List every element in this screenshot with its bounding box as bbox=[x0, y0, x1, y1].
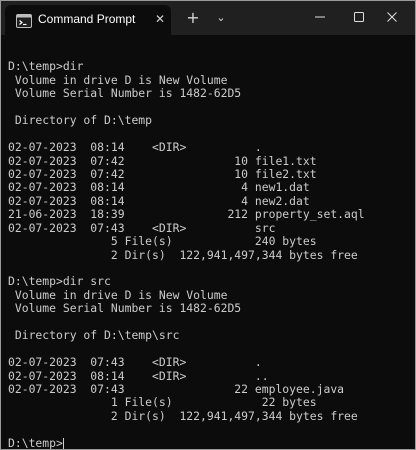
terminal-line: 02-07-2023 08:14 4 new1.dat bbox=[8, 180, 310, 195]
close-icon bbox=[387, 12, 397, 22]
command-prompt-window: Command Prompt ✕ + ⌄ D:\temp>dir Volume … bbox=[0, 0, 416, 450]
terminal-line: Directory of D:\temp bbox=[8, 113, 153, 128]
terminal-line: 2 Dir(s) 122,941,497,344 bytes free bbox=[8, 247, 358, 262]
command-prompt-line[interactable]: D:\temp> bbox=[8, 435, 415, 450]
terminal-line: 21-06-2023 18:39 212 property_set.aql bbox=[8, 207, 365, 222]
terminal-line: Volume Serial Number is 1482-62D5 bbox=[8, 301, 242, 316]
terminal-line: 02-07-2023 07:43 <DIR> . bbox=[8, 355, 262, 370]
terminal-line: 1 File(s) 22 bytes bbox=[8, 395, 317, 410]
terminal-line: 2 Dir(s) 122,941,497,344 bytes free bbox=[8, 408, 358, 423]
terminal-line: 02-07-2023 08:14 <DIR> . bbox=[8, 140, 262, 155]
new-tab-button[interactable]: + bbox=[183, 8, 203, 28]
terminal-line: 02-07-2023 07:43 22 employee.java bbox=[8, 381, 345, 396]
close-window-button[interactable] bbox=[369, 1, 415, 33]
terminal-line: 02-07-2023 07:43 <DIR> src bbox=[8, 220, 276, 235]
terminal-line: D:\temp>dir src bbox=[8, 274, 111, 289]
terminal-line: 02-07-2023 08:14 <DIR> .. bbox=[8, 368, 269, 383]
prompt-text: D:\temp> bbox=[8, 435, 63, 450]
terminal-line: Volume Serial Number is 1482-62D5 bbox=[8, 86, 242, 101]
terminal-line: 02-07-2023 07:42 10 file1.txt bbox=[8, 153, 317, 168]
chevron-down-icon[interactable]: ⌄ bbox=[211, 8, 231, 28]
terminal-line: 02-07-2023 08:14 4 new2.dat bbox=[8, 193, 310, 208]
terminal-line: 02-07-2023 07:42 10 file2.txt bbox=[8, 166, 317, 181]
maximize-icon bbox=[354, 12, 364, 22]
terminal-line: D:\temp>dir bbox=[8, 59, 84, 74]
terminal-line: Volume in drive D is New Volume bbox=[8, 287, 228, 302]
terminal-tab[interactable]: Command Prompt ✕ bbox=[5, 5, 171, 35]
terminal-output[interactable]: D:\temp>dir Volume in drive D is New Vol… bbox=[1, 35, 415, 449]
tab-title: Command Prompt bbox=[38, 12, 136, 26]
command-prompt-icon bbox=[16, 13, 32, 28]
title-bar: Command Prompt ✕ + ⌄ bbox=[1, 1, 415, 35]
terminal-line: Directory of D:\temp\src bbox=[8, 328, 180, 343]
terminal-line: Volume in drive D is New Volume bbox=[8, 72, 228, 87]
text-cursor bbox=[62, 437, 64, 449]
minimize-icon bbox=[315, 16, 325, 18]
close-tab-icon[interactable]: ✕ bbox=[153, 12, 167, 26]
terminal-line: 5 File(s) 240 bytes bbox=[8, 234, 317, 249]
